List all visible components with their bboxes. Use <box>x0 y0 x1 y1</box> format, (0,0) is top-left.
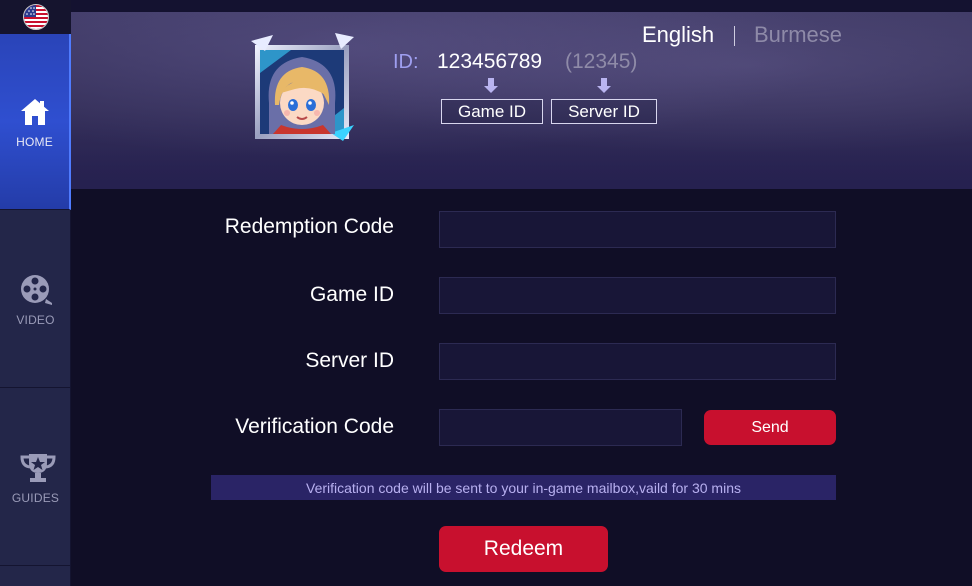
game-id-hint-label: Game ID <box>441 99 543 124</box>
language-english[interactable]: English <box>642 22 714 48</box>
game-id-input[interactable] <box>439 277 836 314</box>
language-divider <box>734 26 735 46</box>
us-flag-icon <box>22 4 49 30</box>
sidebar-item-label: VIDEO <box>16 312 55 327</box>
sidebar: HOME VIDEO GUIDES <box>0 0 71 586</box>
language-flag-button[interactable] <box>0 0 71 34</box>
redemption-code-label: Redemption Code <box>224 215 394 238</box>
redemption-code-input[interactable] <box>439 211 836 248</box>
send-code-button[interactable]: Send <box>704 410 836 445</box>
language-burmese[interactable]: Burmese <box>754 22 842 48</box>
arrow-down-icon <box>484 78 498 94</box>
verification-code-label: Verification Code <box>235 415 394 438</box>
server-id-hint-label: Server ID <box>551 99 657 124</box>
server-id-label: Server ID <box>305 349 394 372</box>
sidebar-item-label: GUIDES <box>11 490 60 505</box>
home-icon <box>18 95 52 129</box>
sidebar-item-label: HOME <box>16 134 53 149</box>
game-id-label: Game ID <box>309 283 394 306</box>
sidebar-item-home[interactable]: HOME <box>0 34 71 210</box>
id-prefix: ID: <box>393 51 419 73</box>
redeem-button[interactable]: Redeem <box>439 526 608 572</box>
trophy-icon <box>19 451 56 485</box>
arrow-down-icon <box>597 78 611 94</box>
server-id-input[interactable] <box>439 343 836 380</box>
sidebar-item-video[interactable]: VIDEO <box>0 212 71 388</box>
id-example-server: (12345) <box>565 50 638 73</box>
verification-code-input[interactable] <box>439 409 682 446</box>
hero-avatar-icon <box>251 33 354 143</box>
redeem-page: HOME VIDEO GUIDES English Burmese ID: 12… <box>0 0 972 586</box>
top-strip <box>71 0 972 12</box>
verification-notice: Verification code will be sent to your i… <box>211 475 836 500</box>
id-example-game: 123456789 <box>437 50 543 73</box>
film-reel-icon <box>19 273 53 307</box>
sidebar-item-guides[interactable]: GUIDES <box>0 390 71 566</box>
